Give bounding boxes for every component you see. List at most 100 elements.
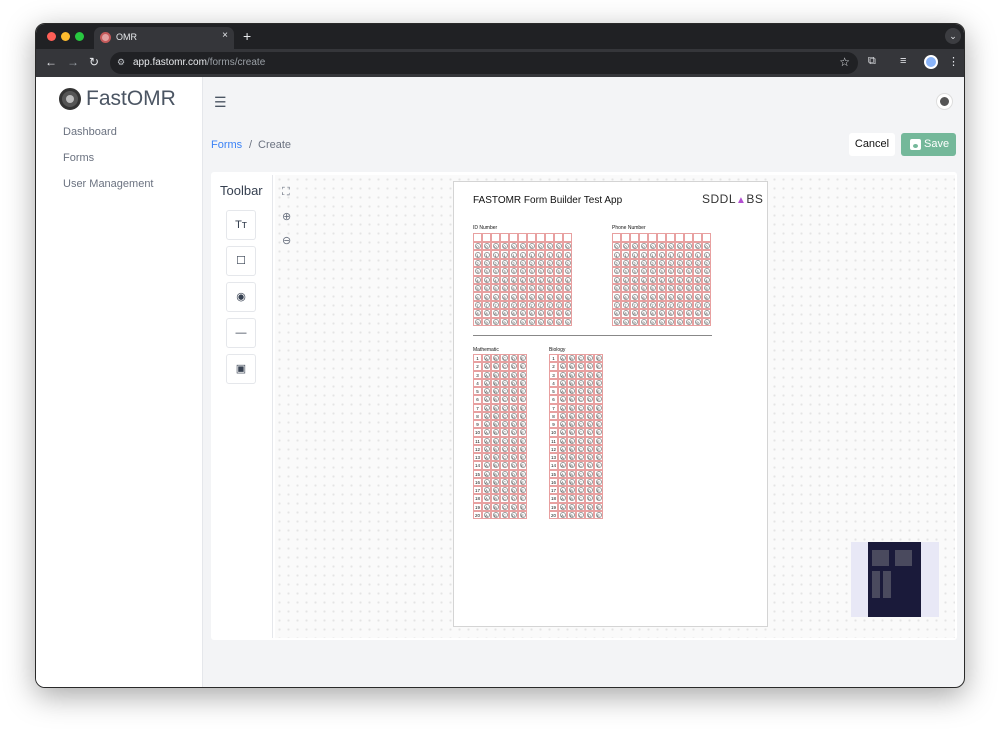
maximize-window-icon[interactable]: [75, 32, 84, 41]
back-icon[interactable]: ←: [45, 55, 57, 69]
browser-tab[interactable]: OMR ×: [94, 27, 234, 49]
digit-bubble: 6: [555, 293, 562, 300]
digit-bubble: 1: [501, 251, 508, 258]
line-tool-button[interactable]: —: [226, 318, 256, 348]
choice-bubble: B: [492, 363, 499, 370]
choice-bubble: C: [501, 511, 508, 518]
sheet-title[interactable]: FASTOMR Form Builder Test App: [473, 195, 622, 206]
choice-bubble: A: [483, 454, 490, 461]
minimap-viewport[interactable]: [868, 542, 921, 617]
url-text[interactable]: app.fastomr.com/forms/create: [133, 57, 265, 68]
minimap[interactable]: [851, 542, 939, 617]
breadcrumb-forms-link[interactable]: Forms: [211, 139, 242, 151]
mathematic-label[interactable]: Mathematic: [473, 347, 499, 353]
choice-bubble: B: [492, 495, 499, 502]
tab-search-icon[interactable]: ⌄: [945, 28, 961, 44]
digit-bubble: 4: [555, 276, 562, 283]
digit-bubble: 5: [676, 285, 683, 292]
choice-bubble: C: [501, 495, 508, 502]
choice-bubble: D: [586, 445, 593, 452]
sidebar-item-dashboard[interactable]: Dashboard: [63, 126, 117, 138]
choice-bubble: A: [559, 363, 566, 370]
sidebar-item-forms[interactable]: Forms: [63, 152, 94, 164]
browser-menu-icon[interactable]: ⋮: [948, 55, 959, 68]
fit-screen-icon[interactable]: ⛶: [282, 186, 290, 199]
phone-number-label[interactable]: Phone Number: [612, 225, 646, 231]
biology-label[interactable]: Biology: [549, 347, 565, 353]
digit-bubble: 6: [649, 293, 656, 300]
choice-bubble: D: [586, 396, 593, 403]
digit-bubble: 7: [519, 302, 526, 308]
section-divider[interactable]: [473, 335, 712, 336]
id-number-grid[interactable]: 0123456789012345678901234567890123456789…: [473, 233, 573, 326]
digit-bubble: 5: [622, 285, 629, 292]
digit-bubble: 6: [474, 293, 481, 300]
form-builder-workspace: Toolbar Tт ☐ ◉ — ▣ ⛶ ⊕ ⊖ FASTOMR Form Bu…: [211, 172, 957, 640]
digit-bubble: 1: [658, 251, 665, 258]
reload-icon[interactable]: ↻: [89, 55, 99, 69]
minimize-window-icon[interactable]: [61, 32, 70, 41]
digit-bubble: 9: [622, 318, 629, 325]
digit-entry-box: [612, 233, 621, 242]
omr-sheet[interactable]: FASTOMR Form Builder Test App SDDL▲BS ID…: [453, 181, 768, 627]
digit-bubble: 7: [501, 302, 508, 308]
choice-bubble: C: [501, 478, 508, 485]
browser-window: OMR × + ⌄ ← → ↻ ⚙ app.fastomr.com/forms/…: [35, 23, 965, 688]
digit-bubble: 9: [640, 318, 647, 325]
rectangle-tool-button[interactable]: ☐: [226, 246, 256, 276]
new-tab-button[interactable]: +: [243, 28, 251, 44]
close-window-icon[interactable]: [47, 32, 56, 41]
digit-bubble: 3: [622, 268, 629, 275]
phone-number-grid[interactable]: 0123456789012345678901234567890123456789…: [612, 233, 712, 326]
digit-bubble: 2: [694, 260, 701, 266]
digit-entry-box: [500, 233, 509, 242]
address-bar[interactable]: ⚙ app.fastomr.com/forms/create ☆: [110, 52, 858, 74]
digit-bubble: 6: [703, 293, 710, 300]
choice-bubble: B: [492, 429, 499, 436]
sheet-logo[interactable]: SDDL▲BS: [702, 192, 763, 206]
question-number: 14: [473, 461, 482, 470]
tab-close-icon[interactable]: ×: [222, 30, 228, 41]
zoom-out-icon[interactable]: ⊖: [282, 234, 291, 247]
digit-bubble: 9: [631, 318, 638, 325]
text-tool-button[interactable]: Tт: [226, 210, 256, 240]
choice-bubble: E: [595, 462, 602, 469]
question-number: 17: [473, 486, 482, 495]
digit-bubble: 1: [528, 251, 535, 258]
digit-bubble: 6: [694, 293, 701, 300]
digit-bubble: 5: [519, 285, 526, 292]
choice-bubble: A: [483, 421, 490, 428]
digit-bubble: 0: [676, 243, 683, 250]
profile-avatar[interactable]: [924, 55, 938, 69]
forward-icon[interactable]: →: [67, 55, 79, 69]
zoom-in-icon[interactable]: ⊕: [282, 210, 291, 223]
id-number-label[interactable]: ID Number: [473, 225, 497, 231]
menu-toggle-icon[interactable]: ☰: [214, 94, 227, 111]
choice-bubble: A: [559, 454, 566, 461]
digit-bubble: 2: [685, 260, 692, 266]
user-avatar[interactable]: [937, 94, 952, 109]
mathematic-answer-grid[interactable]: 1ABCDE2ABCDE3ABCDE4ABCDE5ABCDE6ABCDE7ABC…: [473, 354, 527, 519]
digit-bubble: 0: [519, 243, 526, 250]
sidebar-item-user-management[interactable]: User Management: [63, 178, 154, 190]
reading-list-icon[interactable]: ≡: [900, 55, 906, 67]
choice-bubble: B: [568, 454, 575, 461]
image-tool-button[interactable]: ▣: [226, 354, 256, 384]
biology-answer-grid[interactable]: 1ABCDE2ABCDE3ABCDE4ABCDE5ABCDE6ABCDE7ABC…: [549, 354, 603, 519]
site-settings-icon[interactable]: ⚙: [117, 57, 125, 68]
design-canvas[interactable]: ⛶ ⊕ ⊖ FASTOMR Form Builder Test App SDDL…: [275, 175, 955, 638]
choice-bubble: E: [519, 421, 526, 428]
digit-bubble: 7: [537, 302, 544, 308]
save-button[interactable]: Save: [901, 133, 956, 156]
digit-bubble: 4: [510, 276, 517, 283]
question-number: 10: [473, 428, 482, 437]
cancel-button[interactable]: Cancel: [849, 133, 895, 156]
digit-bubble: 4: [474, 276, 481, 283]
extensions-icon[interactable]: ⧉: [868, 55, 876, 68]
bookmark-star-icon[interactable]: ☆: [839, 55, 850, 69]
question-number: 14: [549, 461, 558, 470]
choice-bubble: D: [510, 478, 517, 485]
minimap-block: [872, 571, 880, 598]
choice-bubble: A: [483, 503, 490, 510]
radio-tool-button[interactable]: ◉: [226, 282, 256, 312]
